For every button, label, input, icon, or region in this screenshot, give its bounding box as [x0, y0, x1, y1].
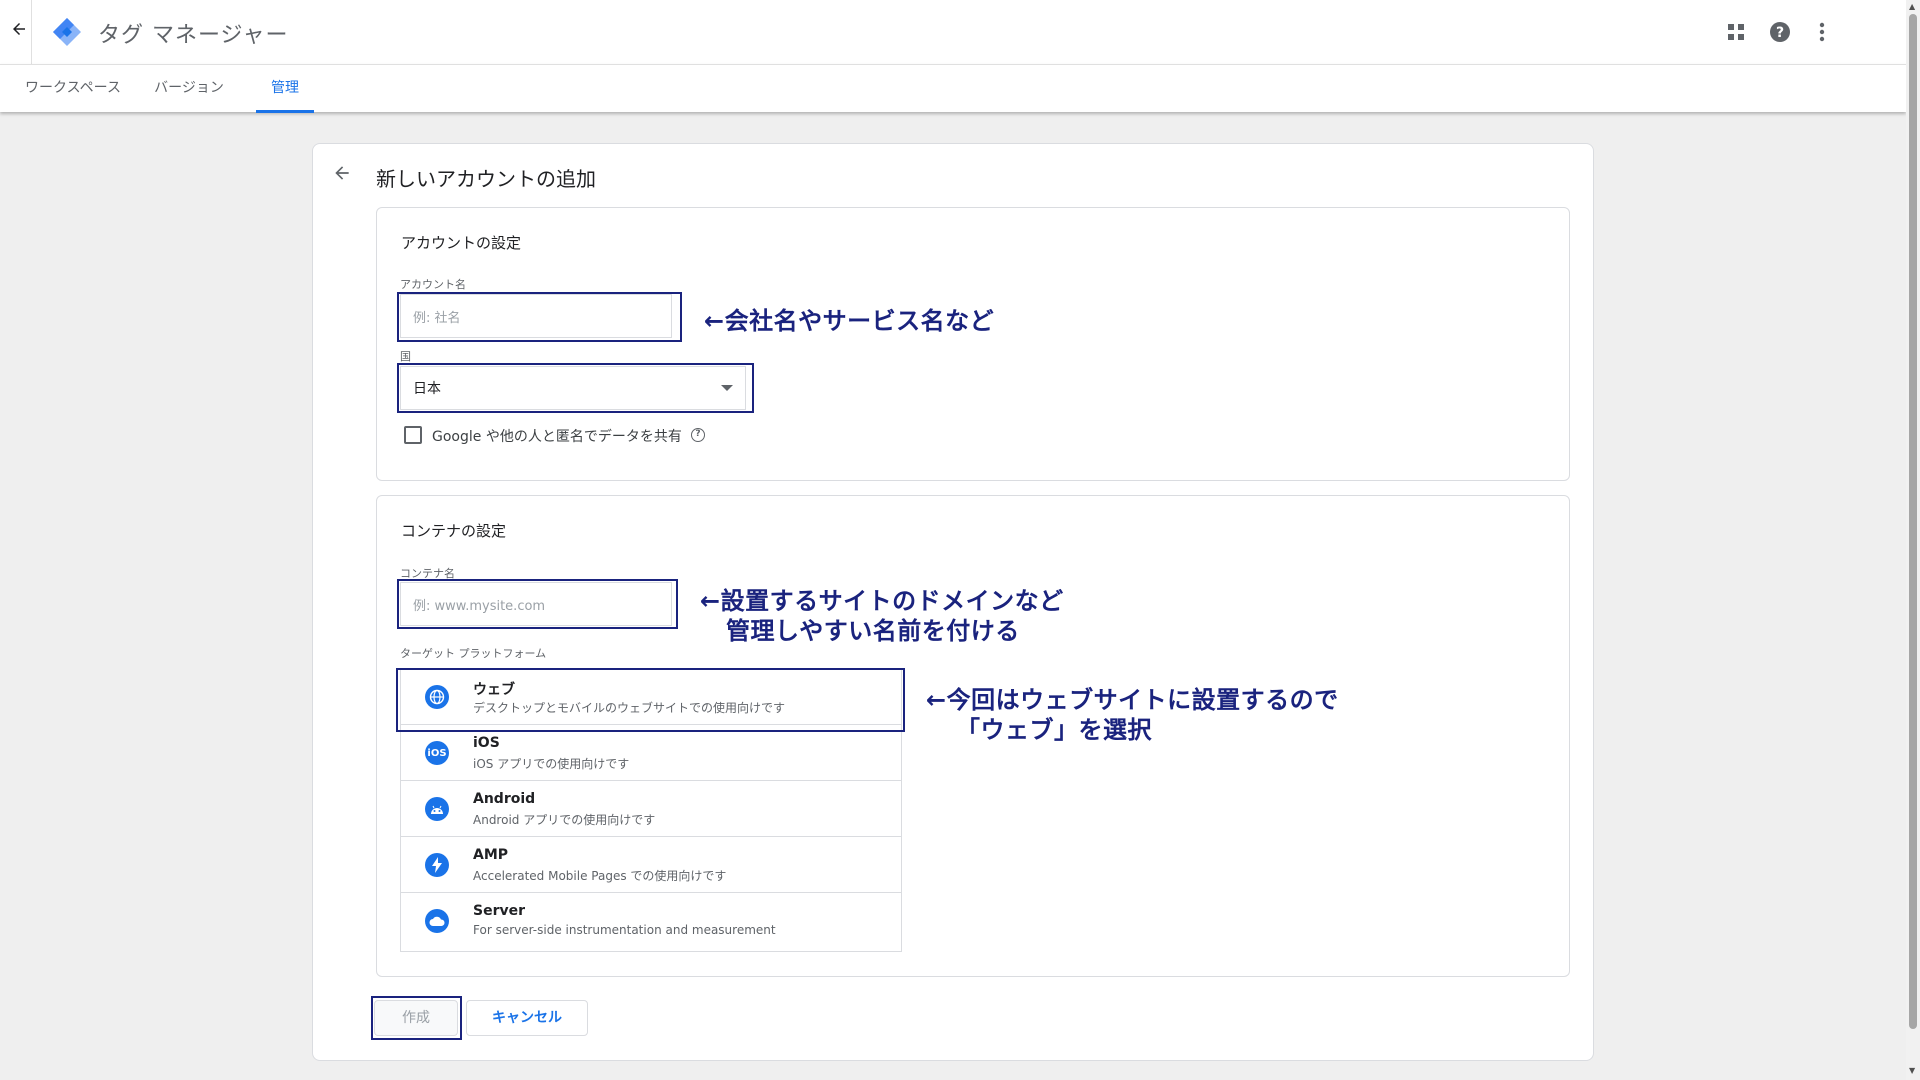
- platform-option-server[interactable]: Server For server-side instrumentation a…: [401, 893, 901, 949]
- annotation-account-name: ←会社名やサービス名など: [704, 307, 995, 335]
- create-button-highlight: [371, 996, 462, 1040]
- app-title: タグ マネージャー: [98, 23, 289, 48]
- page-back-icon[interactable]: [332, 163, 352, 189]
- scrollbar[interactable]: ▲ ▼: [1906, 0, 1920, 1080]
- account-name-highlight: [397, 292, 682, 342]
- platform-name: Server: [473, 903, 526, 919]
- page-title: 新しいアカウントの追加: [376, 167, 596, 191]
- apps-grid-icon[interactable]: [1722, 18, 1750, 46]
- platform-option-amp[interactable]: AMP Accelerated Mobile Pages での使用向けです: [401, 837, 901, 893]
- arrow-back-icon[interactable]: [6, 20, 32, 46]
- account-name-label: アカウント名: [400, 278, 466, 291]
- country-label: 国: [400, 350, 411, 363]
- amp-bolt-icon: [425, 853, 449, 877]
- web-platform-highlight: [396, 668, 905, 732]
- help-circle-icon[interactable]: ?: [691, 428, 705, 442]
- container-name-highlight: [397, 579, 678, 629]
- container-section-title: コンテナの設定: [401, 522, 507, 540]
- country-highlight: [397, 363, 754, 413]
- account-section-title: アカウントの設定: [401, 234, 522, 252]
- help-icon[interactable]: ?: [1766, 18, 1794, 46]
- platform-desc: Accelerated Mobile Pages での使用向けです: [473, 869, 727, 883]
- scroll-down-arrow-icon[interactable]: ▼: [1909, 1066, 1915, 1075]
- target-platform-label: ターゲット プラットフォーム: [400, 647, 547, 660]
- platform-option-ios[interactable]: iOS iOS iOS アプリでの使用向けです: [401, 725, 901, 781]
- platform-desc: Android アプリでの使用向けです: [473, 813, 656, 827]
- cloud-icon: [425, 909, 449, 933]
- top-app-bar: タグ マネージャー ?: [0, 0, 1906, 64]
- tab-versions[interactable]: バージョン: [144, 65, 234, 113]
- scroll-up-arrow-icon[interactable]: ▲: [1909, 2, 1915, 11]
- header-divider: [31, 0, 32, 64]
- platform-name: iOS: [473, 735, 500, 751]
- platform-desc: iOS アプリでの使用向けです: [473, 757, 630, 771]
- cancel-button[interactable]: キャンセル: [466, 1000, 588, 1036]
- share-data-checkbox[interactable]: [404, 426, 422, 444]
- annotation-web-line2: 「ウェブ」を選択: [956, 716, 1152, 744]
- tab-admin[interactable]: 管理: [256, 65, 314, 113]
- tab-workspace[interactable]: ワークスペース: [12, 65, 134, 113]
- ios-icon: iOS: [425, 741, 449, 765]
- platform-name: Android: [473, 791, 536, 807]
- tag-manager-logo-icon: [52, 17, 82, 47]
- more-vert-icon[interactable]: [1808, 18, 1836, 46]
- tab-bar: ワークスペース バージョン 管理: [0, 64, 1906, 113]
- platform-option-android[interactable]: Android Android アプリでの使用向けです: [401, 781, 901, 837]
- scroll-thumb[interactable]: [1909, 14, 1917, 1029]
- share-data-label: Google や他の人と匿名でデータを共有: [432, 429, 682, 445]
- platform-name: AMP: [473, 847, 509, 863]
- annotation-container-line2: 管理しやすい名前を付ける: [726, 617, 1020, 645]
- android-icon: [425, 797, 449, 821]
- svg-text:?: ?: [1776, 25, 1784, 41]
- platform-desc: For server-side instrumentation and meas…: [473, 923, 776, 937]
